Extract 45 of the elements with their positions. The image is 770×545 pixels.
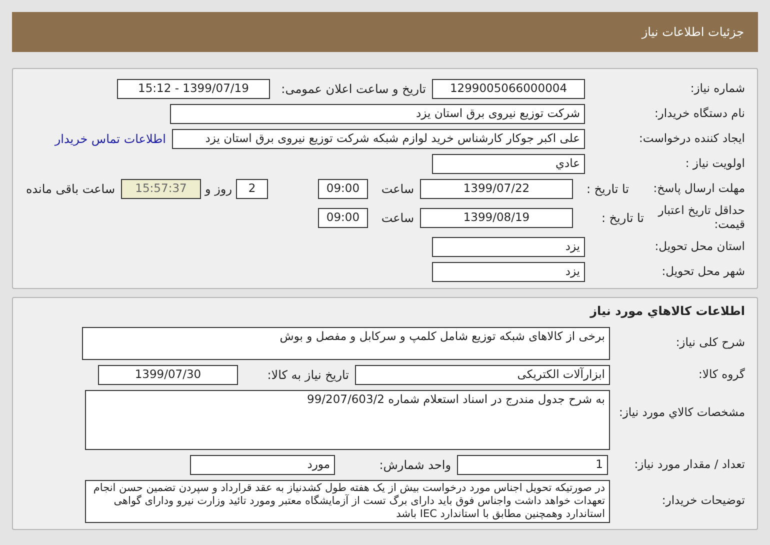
deadline-date-field: 1399/07/22: [420, 179, 573, 199]
unit-field: مورد: [190, 454, 335, 475]
summary-field: برخی از کالاهای شبکه توزیع شامل کلمپ و سرکابل و مفصل و بوش: [82, 326, 610, 360]
buyer-contact-link[interactable]: اطلاعات تماس خریدار: [54, 132, 166, 146]
field-label: تا تاریخ :: [585, 182, 629, 196]
creator-field: علی اکبر جوکار کارشناس خرید لوازم شبکه شرکت توزیع نیروی برق استان یزد: [172, 129, 585, 149]
field-label: حداقل تاریخ اعتبار قیمت:: [656, 204, 745, 232]
field-label: شرح کلی نیاز:: [674, 336, 745, 350]
announce-date-field: 1399/07/19 - 15:12: [117, 79, 270, 99]
field-label: تاریخ نیاز به کالا:: [266, 368, 349, 382]
field-label: تعداد / مقدار مورد نیاز:: [633, 458, 745, 472]
page-title: جزئیات اطلاعات نیاز: [642, 25, 744, 39]
field-label: تا تاریخ :: [600, 210, 644, 225]
goods-group-field: ابزارآلات الکتریکی: [355, 364, 610, 385]
remaining-time-field: 15:57:37: [121, 179, 201, 199]
specs-field: به شرح جدول مندرج در اسناد استعلام شماره 99/207/603/2: [85, 390, 610, 450]
field-label: روز و: [205, 182, 232, 196]
field-label: استان محل تحویل:: [654, 240, 745, 254]
notes-field: در صورتیکه تحویل اجناس مورد درخواست بیش از یک هفته طول کشدنیاز به عقد قرارداد و سپردن تضمین حسن انجام تعهدات خواهد داشت واجناس فوق باید دارای برگ تست از آزمایشگاه معتبر ومورد تائید وزارت نیرو ودارای گواهی استاندارد وهمچنین مطابق با استاندارد IEC باشد: [85, 480, 610, 523]
province-field: یزد: [432, 236, 585, 257]
field-label: ساعت: [380, 210, 414, 225]
field-label: شهر محل تحویل:: [660, 264, 745, 278]
field-label: واحد شمارش:: [378, 458, 451, 472]
field-label: گروه کالا:: [698, 368, 745, 382]
field-label: مهلت ارسال پاسخ:: [652, 182, 745, 196]
field-label: توضیحات خریدار:: [660, 494, 745, 508]
validity-time-field: 09:00: [318, 208, 368, 228]
validity-date-field: 1399/08/19: [420, 208, 573, 228]
field-label: ایجاد کننده درخواست:: [638, 132, 745, 146]
field-label: نام دستگاه خریدار:: [653, 107, 745, 121]
buyer-field: شرکت توزیع نیروی برق استان یزد: [170, 104, 585, 124]
need-date-field: 1399/07/30: [98, 364, 238, 385]
need-number-field: 1299005066000004: [432, 79, 585, 99]
quantity-field: 1: [457, 454, 608, 475]
field-label: اولویت نیاز :: [684, 157, 745, 171]
field-label: تاریخ و ساعت اعلان عمومی:: [280, 82, 426, 96]
field-label: مشخصات کالاي مورد نیاز:: [618, 406, 745, 420]
field-label: ساعت: [380, 182, 414, 196]
priority-field: عادي: [432, 154, 585, 174]
days-field: 2: [236, 179, 268, 199]
section-title: اطلاعات کالاهاي مورد نیاز: [588, 304, 745, 318]
field-label: ساعت باقی مانده: [26, 182, 115, 196]
city-field: یزد: [432, 262, 585, 282]
field-label: شماره نیاز:: [689, 82, 745, 96]
deadline-time-field: 09:00: [318, 179, 368, 199]
